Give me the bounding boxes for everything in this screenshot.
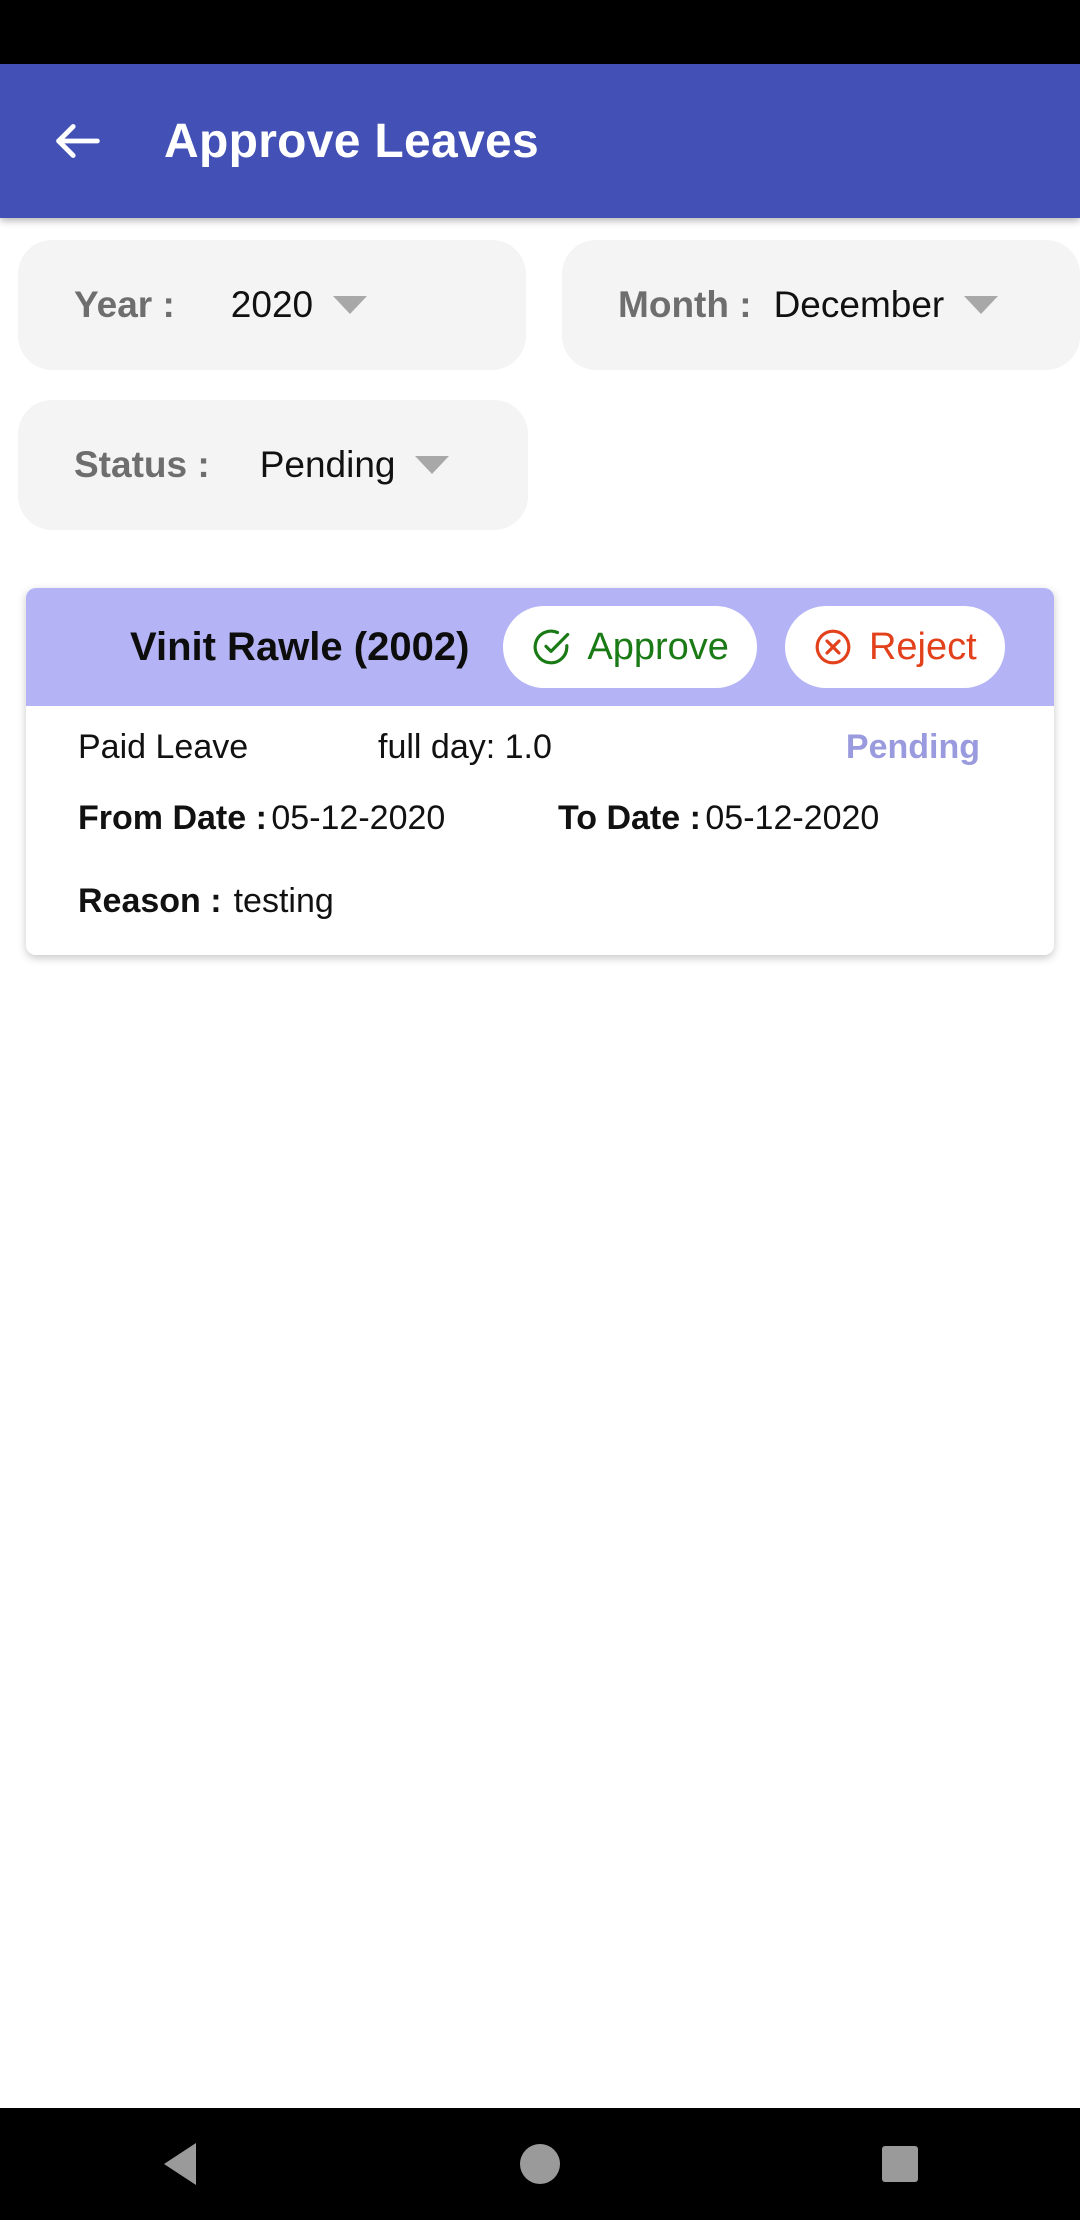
status-bar bbox=[0, 0, 1080, 64]
leave-type: Paid Leave bbox=[78, 728, 249, 766]
app-bar: Approve Leaves bbox=[0, 64, 1080, 218]
from-date-cell: From Date : 05-12-2020 bbox=[78, 799, 558, 838]
reason-label: Reason : bbox=[78, 882, 222, 920]
back-button[interactable] bbox=[30, 93, 126, 189]
arrow-left-icon bbox=[56, 124, 100, 158]
reason-value: testing bbox=[233, 882, 334, 920]
to-date-value: 05-12-2020 bbox=[705, 799, 880, 837]
square-recents-icon bbox=[882, 2146, 918, 2182]
nav-home-button[interactable] bbox=[480, 2108, 600, 2220]
close-circle-icon bbox=[815, 629, 851, 665]
filter-year[interactable]: Year : 2020 bbox=[18, 240, 527, 370]
leave-dates-row: From Date : 05-12-2020 To Date : 05-12-2… bbox=[26, 799, 1054, 838]
leave-duration: full day: 1.0 bbox=[378, 728, 552, 766]
chevron-down-icon bbox=[964, 296, 999, 314]
filter-section: Year : 2020 Month : December Status : Pe… bbox=[0, 240, 1080, 530]
page-title: Approve Leaves bbox=[164, 114, 540, 168]
leave-card-header: Vinit Rawle (2002) Approve Reject bbox=[26, 588, 1054, 706]
reject-button[interactable]: Reject bbox=[784, 606, 1005, 688]
filter-status-value: Pending bbox=[259, 444, 396, 485]
status-badge: Pending bbox=[845, 728, 980, 766]
filter-month[interactable]: Month : December bbox=[562, 240, 1080, 370]
to-date-label: To Date : bbox=[558, 799, 701, 837]
app-screen: Approve Leaves Year : 2020 Month : Decem… bbox=[0, 0, 1080, 2220]
filter-month-label: Month : bbox=[618, 284, 752, 325]
filter-row-primary: Year : 2020 Month : December bbox=[0, 240, 1080, 370]
to-date-cell: To Date : 05-12-2020 bbox=[558, 799, 1002, 838]
triangle-back-icon bbox=[164, 2143, 196, 2185]
approve-button-label: Approve bbox=[587, 625, 729, 668]
from-date-label: From Date : bbox=[78, 799, 267, 837]
leave-card-body: Paid Leave full day: 1.0 Pending From Da… bbox=[26, 706, 1054, 955]
filter-status-label: Status : bbox=[74, 444, 210, 485]
chevron-down-icon bbox=[415, 456, 450, 474]
nav-recents-button[interactable] bbox=[840, 2108, 960, 2220]
leave-summary-row: Paid Leave full day: 1.0 Pending bbox=[26, 728, 1054, 767]
approve-button[interactable]: Approve bbox=[503, 606, 757, 688]
leave-request-card: Vinit Rawle (2002) Approve Reject Paid L… bbox=[26, 588, 1054, 955]
nav-back-button[interactable] bbox=[120, 2108, 240, 2220]
reject-button-label: Reject bbox=[868, 625, 977, 668]
leave-reason-row: Reason : testing bbox=[26, 882, 1054, 921]
filter-year-label: Year : bbox=[74, 284, 175, 325]
filter-status[interactable]: Status : Pending bbox=[18, 400, 528, 530]
filter-year-value: 2020 bbox=[230, 284, 314, 325]
employee-name: Vinit Rawle (2002) bbox=[130, 624, 470, 669]
filter-month-value: December bbox=[773, 284, 945, 325]
filter-row-secondary: Status : Pending bbox=[0, 370, 1080, 530]
check-circle-icon bbox=[534, 629, 570, 665]
circle-home-icon bbox=[520, 2144, 560, 2184]
system-nav-bar bbox=[0, 2108, 1080, 2220]
from-date-value: 05-12-2020 bbox=[271, 799, 446, 837]
chevron-down-icon bbox=[333, 296, 368, 314]
